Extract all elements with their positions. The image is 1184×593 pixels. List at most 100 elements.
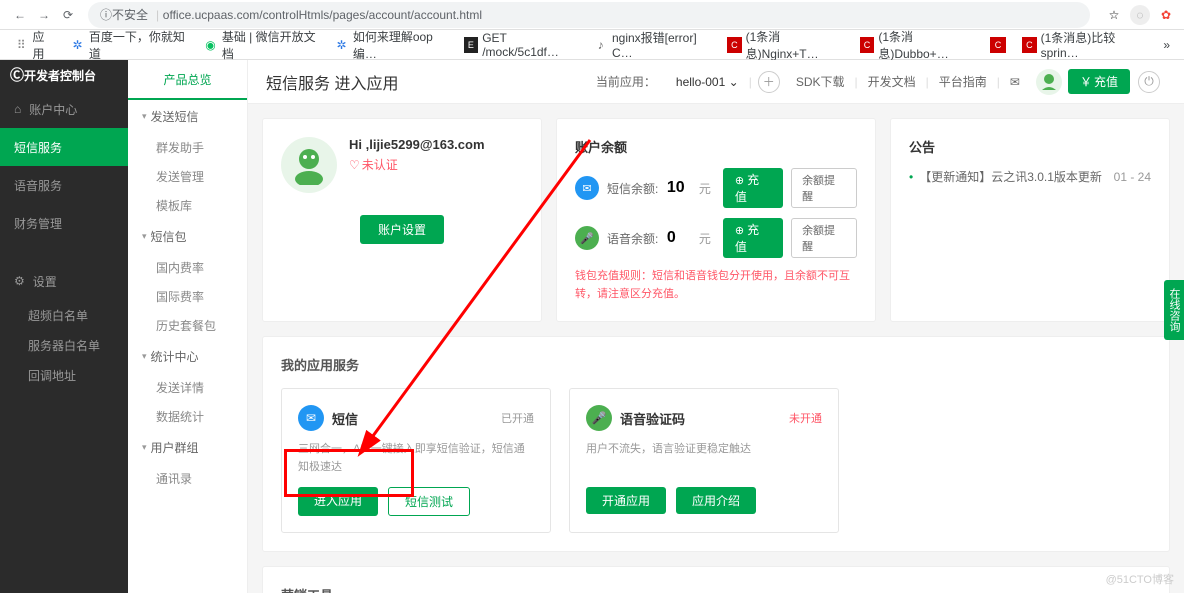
voice-bal-label: 语音余额: [607, 230, 659, 247]
sub-g2s3[interactable]: 历史套餐包 [128, 311, 247, 340]
heart-icon: ♡ [349, 158, 360, 172]
recharge-button[interactable]: ￥充值 [1068, 69, 1130, 94]
sub-g3s1[interactable]: 发送详情 [128, 373, 247, 402]
csdn-icon: C [1022, 37, 1037, 53]
bookmark-baidu[interactable]: ✲百度一下，你就知道 [64, 26, 193, 64]
voice-icon: 🎤 [575, 226, 599, 250]
apps-button[interactable]: ⠿应用 [8, 26, 60, 64]
cur-app-select[interactable]: hello-001 ⌄ [676, 75, 739, 89]
star-icon[interactable]: ☆ [1104, 5, 1124, 25]
bookmark-m2[interactable]: C(1条消息)Dubbo+… [854, 26, 980, 64]
unit: 元 [699, 180, 715, 197]
group-pkg[interactable]: 短信包 [128, 220, 247, 253]
docs-link[interactable]: 开发文档 [868, 73, 916, 90]
primary-sidebar: Ⓒ开发者控制台 ⌂账户中心 短信服务 语音服务 财务管理 ⚙设置 超频白名单 服… [0, 60, 128, 593]
secondary-sidebar: 产品总览 发送短信 群发助手 发送管理 模板库 短信包 国内费率 国际费率 历史… [128, 60, 248, 593]
power-icon[interactable]: ⏻ [1138, 71, 1160, 93]
avatar-lg [281, 137, 337, 193]
svc-voice: 🎤 语音验证码 未开通 用户不流失，语言验证更稳定触达 开通应用 应用介绍 [569, 388, 839, 533]
voice-withdraw-button[interactable]: 余额提醒 [791, 218, 857, 258]
avatar[interactable] [1036, 69, 1062, 95]
overview-tab[interactable]: 产品总览 [128, 60, 247, 100]
back-icon[interactable]: ← [8, 3, 32, 27]
ext-icon[interactable]: ✿ [1156, 5, 1176, 25]
watermark: @51CTO博客 [1106, 571, 1174, 587]
bookmark-get[interactable]: EGET /mock/5c1df… [458, 29, 584, 61]
bookmark-wx[interactable]: ◉基础 | 微信开放文档 [197, 26, 324, 64]
csdn-icon: C [860, 37, 875, 53]
overflow-icon[interactable]: » [1157, 36, 1176, 54]
bookmark-oop[interactable]: ✲如何来理解oop编… [328, 26, 453, 64]
group-send[interactable]: 发送短信 [128, 100, 247, 133]
sidebar-sms[interactable]: 短信服务 [0, 128, 128, 166]
app-intro-button[interactable]: 应用介绍 [676, 487, 756, 514]
mail-icon[interactable]: ✉ [1010, 75, 1020, 89]
sub-g4s1[interactable]: 通讯录 [128, 464, 247, 493]
notice-text: 【更新通知】云之讯3.0.1版本更新 [919, 168, 1102, 185]
notice-title: 公告 [909, 137, 1151, 156]
card-balance: 账户余额 ✉ 短信余额: 10 元 ⊕ 充值 余额提醒 🎤 语音余额: 0 元 [556, 118, 876, 322]
group-users[interactable]: 用户群组 [128, 431, 247, 464]
wechat-icon: ◉ [203, 37, 218, 53]
sidebar-account[interactable]: ⌂账户中心 [0, 90, 128, 128]
sms-bal-label: 短信余额: [607, 180, 659, 197]
svc-voice-title: 语音验证码 [620, 409, 685, 428]
voice-recharge-button[interactable]: ⊕ 充值 [723, 218, 783, 258]
account-settings-button[interactable]: 账户设置 [360, 215, 444, 244]
sub-g2s2[interactable]: 国际费率 [128, 282, 247, 311]
sidebar-s1[interactable]: 超频白名单 [0, 300, 128, 330]
sdk-link[interactable]: SDK下载 [796, 73, 845, 90]
sms-withdraw-button[interactable]: 余额提醒 [791, 168, 857, 208]
sidebar-s3[interactable]: 回调地址 [0, 360, 128, 390]
bookmark-m1[interactable]: C(1条消息)Nginx+T… [721, 26, 850, 64]
sidebar-s2[interactable]: 服务器白名单 [0, 330, 128, 360]
sub-g3s2[interactable]: 数据统计 [128, 402, 247, 431]
bookmark-nginx[interactable]: ♪nginx报错[error] C… [587, 27, 717, 62]
group-stats[interactable]: 统计中心 [128, 340, 247, 373]
voice-bal-value: 0 [667, 229, 691, 247]
add-icon[interactable]: ＋ [758, 71, 780, 93]
sub-g1s1[interactable]: 群发助手 [128, 133, 247, 162]
enter-app-button[interactable]: 进入应用 [298, 487, 378, 516]
notice-date: 01 - 24 [1114, 170, 1151, 184]
bookmarks-bar: ⠿应用 ✲百度一下，你就知道 ◉基础 | 微信开放文档 ✲如何来理解oop编… … [0, 30, 1184, 60]
sidebar-settings[interactable]: ⚙设置 [0, 262, 128, 300]
sidebar-voice[interactable]: 语音服务 [0, 166, 128, 204]
sms-svc-icon: ✉ [298, 405, 324, 431]
bullet-icon: • [909, 170, 913, 184]
sms-recharge-button[interactable]: ⊕ 充值 [723, 168, 783, 208]
url-bar[interactable]: ⓘ 不安全 | office.ucpaas.com/controlHtmls/p… [88, 2, 1090, 28]
url-text: office.ucpaas.com/controlHtmls/pages/acc… [163, 8, 482, 22]
chevron-down-icon: ⌄ [729, 75, 739, 89]
csdn-icon: C [990, 37, 1006, 53]
site-icon: E [464, 37, 479, 53]
main-area: 短信服务 进入应用 当前应用： hello-001 ⌄ | ＋ SDK下载 | … [248, 60, 1184, 593]
open-app-button[interactable]: 开通应用 [586, 487, 666, 514]
profile-icon[interactable]: ◌ [1130, 5, 1150, 25]
voice-svc-icon: 🎤 [586, 405, 612, 431]
sidebar-finance[interactable]: 财务管理 [0, 204, 128, 242]
svc-sms-status: 已开通 [501, 410, 534, 426]
sub-g1s2[interactable]: 发送管理 [128, 162, 247, 191]
sub-g2s1[interactable]: 国内费率 [128, 253, 247, 282]
guide-link[interactable]: 平台指南 [939, 73, 987, 90]
marketing-title: 营销工具 [281, 585, 1151, 593]
panel-marketing: 营销工具 [262, 566, 1170, 593]
unverified-badge: ♡未认证 [349, 156, 485, 173]
forward-icon[interactable]: → [32, 3, 56, 27]
sub-g1s3[interactable]: 模板库 [128, 191, 247, 220]
card-user: Hi ,lijie5299@163.com ♡未认证 账户设置 [262, 118, 542, 322]
logo: Ⓒ开发者控制台 [0, 60, 128, 90]
svc-sms: ✉ 短信 已开通 三网合一，API一键接入即享短信验证，短信通知极速达 进入应用… [281, 388, 551, 533]
svc-voice-status: 未开通 [789, 410, 822, 426]
bookmark-m3a[interactable]: C [984, 35, 1012, 55]
info-icon: ⓘ [100, 6, 112, 23]
svc-sms-desc: 三网合一，API一键接入即享短信验证，短信通知极速达 [298, 441, 534, 473]
sms-test-button[interactable]: 短信测试 [388, 487, 470, 516]
bookmark-m3[interactable]: C(1条消息)比较sprin… [1016, 27, 1149, 62]
notice-item[interactable]: • 【更新通知】云之讯3.0.1版本更新 01 - 24 [909, 168, 1151, 185]
reload-icon[interactable]: ⟳ [56, 3, 80, 27]
online-chat-button[interactable]: 在线咨询 [1164, 280, 1184, 340]
services-title: 我的应用服务 [281, 355, 1151, 374]
unit: 元 [699, 230, 715, 247]
